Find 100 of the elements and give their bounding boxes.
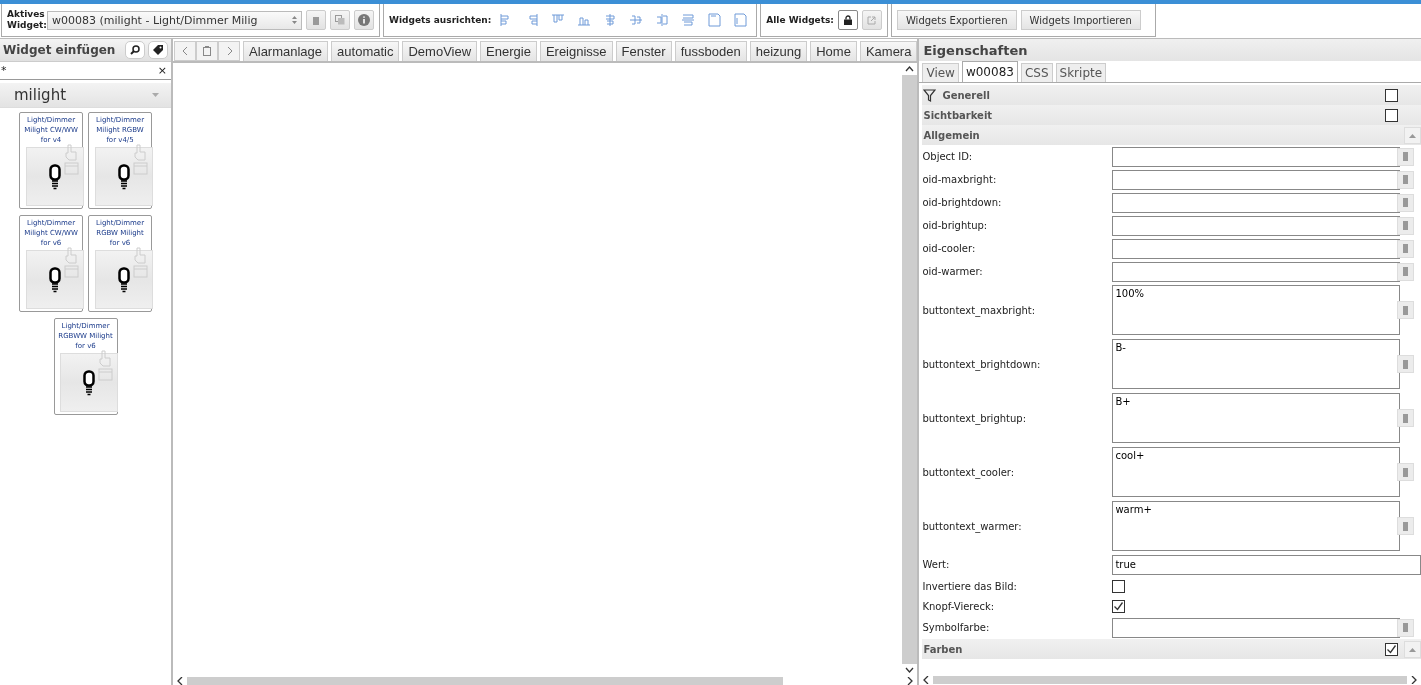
- input-field[interactable]: [1112, 617, 1401, 638]
- page-tab[interactable]: automatic: [331, 41, 400, 61]
- panel-title: Eigenschaften: [919, 39, 1421, 61]
- field-label: buttontext_cooler:: [922, 466, 1016, 478]
- external-link-icon: [867, 15, 877, 25]
- input-field[interactable]: [1112, 261, 1401, 282]
- delete-button[interactable]: [306, 10, 326, 30]
- tag-button[interactable]: [148, 41, 169, 59]
- page-tab[interactable]: Kamera: [859, 41, 918, 61]
- info-button[interactable]: [354, 10, 374, 30]
- section-title: Farben: [923, 643, 964, 655]
- handle-icon: [1403, 221, 1409, 230]
- section-header[interactable]: Allgemein: [922, 125, 1421, 145]
- align-icon[interactable]: [603, 13, 618, 27]
- section-checkbox[interactable]: [1385, 88, 1398, 102]
- toolbar-button[interactable]: Widgets Exportieren: [896, 10, 1017, 30]
- light-bulb-icon: [117, 266, 130, 293]
- page-tab[interactable]: Ereignisse: [539, 41, 613, 61]
- widget-select[interactable]: w00083 (milight - Light/Dimmer Milig: [47, 10, 302, 30]
- field-label: Knopf-Viereck:: [922, 600, 996, 612]
- filter-field[interactable]: *: [1, 64, 158, 77]
- field-label: buttontext_brightdown:: [922, 358, 1042, 370]
- input-field[interactable]: [1112, 238, 1401, 259]
- chevron-left-icon: [182, 47, 188, 55]
- search-icon: [130, 45, 141, 55]
- section-title: Generell: [942, 89, 991, 101]
- properties-tab[interactable]: Skripte: [1055, 63, 1107, 82]
- chevron-right-icon: [226, 47, 232, 55]
- toolbar-button[interactable]: Widgets Importieren: [1020, 10, 1141, 30]
- text-area[interactable]: cool+: [1112, 447, 1401, 497]
- text-area[interactable]: B-: [1112, 339, 1401, 389]
- input-field[interactable]: true: [1112, 554, 1421, 575]
- section-checkbox[interactable]: [1385, 108, 1398, 122]
- page-tab[interactable]: Home: [810, 41, 857, 61]
- chevron-left-icon[interactable]: [177, 676, 184, 685]
- field-label: oid-brightup:: [922, 220, 989, 231]
- input-field[interactable]: [1112, 169, 1401, 190]
- align-icon[interactable]: [733, 13, 748, 27]
- align-icon[interactable]: [681, 13, 696, 27]
- handle-icon: [1403, 413, 1409, 423]
- page-tab[interactable]: Energie: [480, 41, 537, 61]
- page-tab[interactable]: Fenster: [615, 41, 672, 61]
- field-label: oid-cooler:: [922, 243, 977, 254]
- section-header[interactable]: Farben: [922, 639, 1421, 659]
- light-bulb-icon: [48, 163, 61, 190]
- page-tab[interactable]: fussboden: [674, 41, 747, 61]
- input-field[interactable]: [1112, 192, 1401, 213]
- text-area[interactable]: 100%: [1112, 285, 1401, 335]
- clipboard-button[interactable]: [196, 41, 219, 61]
- copy-icon: [335, 15, 345, 25]
- text-area[interactable]: warm+: [1112, 501, 1401, 551]
- collapse-button[interactable]: [1404, 640, 1421, 658]
- search-button[interactable]: [125, 41, 146, 59]
- align-icon[interactable]: [707, 13, 722, 27]
- properties-tab[interactable]: CSS: [1020, 63, 1053, 82]
- hand-cursor-icon: [97, 350, 114, 382]
- text-area[interactable]: B+: [1112, 393, 1401, 443]
- section-title: Sichtbarkeit: [923, 109, 994, 121]
- chevron-left-icon[interactable]: [923, 676, 930, 684]
- copy-button[interactable]: [330, 10, 350, 30]
- hand-cursor-icon: [131, 247, 148, 279]
- chevron-right-icon[interactable]: [1411, 676, 1417, 684]
- field-label: Invertiere das Bild:: [922, 580, 1018, 592]
- lock-button[interactable]: [837, 10, 858, 30]
- caret-up-icon: [1409, 646, 1416, 652]
- handle-icon: [1403, 359, 1409, 369]
- widget-group-header[interactable]: milight: [0, 83, 172, 108]
- handle-icon: [1403, 267, 1409, 276]
- collapse-button[interactable]: [1404, 126, 1421, 144]
- section-header[interactable]: Sichtbarkeit: [922, 105, 1421, 125]
- input-field[interactable]: [1112, 146, 1401, 167]
- field-label: Object ID:: [922, 151, 974, 162]
- properties-tab[interactable]: w00083: [961, 61, 1018, 82]
- field-label: buttontext_warmer:: [922, 520, 1023, 532]
- handle-icon: [1403, 521, 1409, 531]
- group-title: milight: [14, 86, 68, 104]
- previous-button[interactable]: [174, 41, 197, 61]
- section-header[interactable]: Generell: [922, 85, 1421, 105]
- chevron-right-icon[interactable]: [907, 676, 914, 685]
- next-button[interactable]: [218, 41, 241, 61]
- panel-title: Widget einfügen: [3, 43, 117, 57]
- page-tab[interactable]: heizung: [749, 41, 808, 61]
- check-icon: [1113, 600, 1125, 612]
- vertical-scrollbar[interactable]: [902, 63, 918, 676]
- section-checkbox[interactable]: [1385, 642, 1398, 656]
- checkbox[interactable]: [1112, 579, 1126, 593]
- check-icon: [1386, 643, 1397, 655]
- updown-caret-icon: [292, 16, 297, 24]
- light-bulb-icon: [48, 266, 61, 293]
- properties-tab[interactable]: View: [922, 63, 959, 82]
- align-icon[interactable]: [629, 13, 644, 27]
- page-tab[interactable]: Alarmanlage: [243, 41, 329, 61]
- light-bulb-icon: [83, 369, 96, 396]
- clear-icon[interactable]: ×: [157, 64, 168, 77]
- checkbox[interactable]: [1112, 599, 1126, 613]
- page-tab[interactable]: DemoView: [402, 41, 478, 61]
- align-icon[interactable]: [655, 13, 670, 27]
- section-title: Allgemein: [923, 129, 981, 141]
- field-label: Symbolfarbe:: [922, 622, 991, 633]
- input-field[interactable]: [1112, 215, 1401, 236]
